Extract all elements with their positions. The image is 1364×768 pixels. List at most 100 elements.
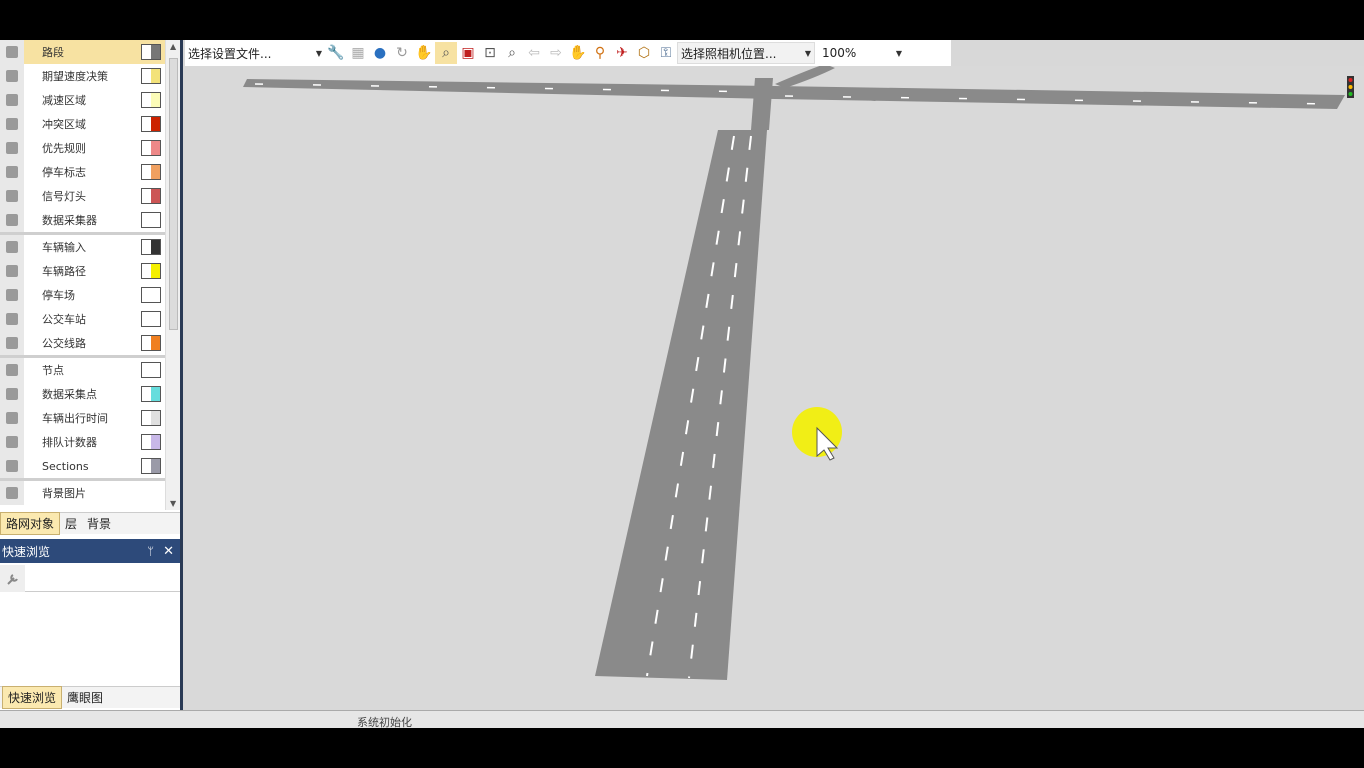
object-row-11[interactable]: 公交车站 — [0, 307, 165, 331]
quick-view-title: 快速浏览 — [2, 544, 51, 559]
config-file-select[interactable]: 选择设置文件... ▼ — [185, 42, 325, 64]
object-row-9[interactable]: 车辆路径 — [0, 259, 165, 283]
camera-position-select[interactable]: 选择照相机位置... ▼ — [677, 42, 815, 64]
tab-layers[interactable]: 层 — [60, 513, 82, 534]
data-collector-icon — [0, 208, 24, 232]
priority-rule-icon — [0, 136, 24, 160]
wrench-icon[interactable] — [0, 565, 25, 592]
color-swatch[interactable] — [141, 263, 161, 279]
object-row-6[interactable]: 信号灯头 — [0, 184, 165, 208]
chevron-down-icon: ▼ — [315, 48, 322, 58]
object-row-1[interactable]: 期望速度决策 — [0, 64, 165, 88]
tab-birds-eye-view[interactable]: 鹰眼图 — [62, 687, 108, 708]
hand-tool-icon[interactable]: ✋ — [567, 42, 589, 64]
color-swatch[interactable] — [141, 188, 161, 204]
object-row-16[interactable]: 排队计数器 — [0, 430, 165, 454]
color-swatch[interactable] — [141, 92, 161, 108]
speed-limit-icon — [0, 64, 24, 88]
zoom-select-icon[interactable]: ⌕ — [435, 42, 457, 64]
quick-view-header: 快速浏览 ᛘ ✕ — [0, 539, 180, 563]
object-row-12[interactable]: 公交线路 — [0, 331, 165, 355]
color-swatch[interactable] — [141, 458, 161, 474]
close-icon[interactable]: ✕ — [163, 544, 174, 559]
color-swatch[interactable] — [141, 212, 161, 228]
object-row-17[interactable]: Sections — [0, 454, 165, 478]
scroll-up-arrow-icon[interactable]: ▲ — [170, 42, 176, 51]
object-row-7[interactable]: 数据采集器 — [0, 208, 165, 232]
color-swatch[interactable] — [141, 434, 161, 450]
background-image-icon — [0, 481, 24, 505]
object-label: 路段 — [42, 46, 64, 59]
node-icon — [0, 358, 24, 382]
no-fly-icon[interactable]: ✈ — [611, 42, 633, 64]
zoom-icon[interactable]: ⌕ — [501, 42, 523, 64]
object-row-14[interactable]: 数据采集点 — [0, 382, 165, 406]
zoom-extent-icon[interactable]: ▣ — [457, 42, 479, 64]
3d-box-icon[interactable]: ⬡ — [633, 42, 655, 64]
tab-network-objects[interactable]: 路网对象 — [0, 512, 61, 535]
object-label: 车辆路径 — [42, 265, 86, 278]
network-canvas[interactable] — [185, 66, 1364, 710]
object-row-15[interactable]: 车辆出行时间 — [0, 406, 165, 430]
pan-hand-icon[interactable]: ✋ — [413, 42, 435, 64]
wrench-tool-icon[interactable]: 🔧 — [325, 42, 347, 64]
object-row-0[interactable]: 路段 — [0, 40, 165, 64]
object-label: 背景图片 — [42, 487, 86, 500]
object-row-10[interactable]: 停车场 — [0, 283, 165, 307]
queue-counter-icon — [0, 430, 24, 454]
color-swatch[interactable] — [141, 410, 161, 426]
object-row-4[interactable]: 优先规则 — [0, 136, 165, 160]
object-label: 车辆输入 — [42, 241, 86, 254]
object-row-3[interactable]: 冲突区域 — [0, 112, 165, 136]
camera-icon[interactable]: ⚿ — [655, 42, 677, 64]
pin-icon[interactable]: ᛘ — [147, 545, 154, 558]
back-arrow-icon[interactable]: ⇦ — [523, 42, 545, 64]
person-move-icon[interactable]: ⚲ — [589, 42, 611, 64]
grid-icon[interactable]: ▦ — [347, 42, 369, 64]
scroll-down-arrow-icon[interactable]: ▼ — [170, 499, 176, 508]
network-objects-panel: 路段期望速度决策 减速区域 冲突区域优先规则停车标志信号灯头数据采集器车辆输入车辆路… — [0, 40, 183, 710]
color-swatch[interactable] — [141, 116, 161, 132]
zoom-select[interactable]: 100% ▼ — [819, 42, 905, 64]
rotate-icon[interactable]: ↻ — [391, 42, 413, 64]
scrollbar-thumb[interactable] — [169, 58, 178, 330]
color-swatch[interactable] — [141, 311, 161, 327]
tab-background[interactable]: 背景 — [82, 513, 116, 534]
object-row-18[interactable]: 背景图片 — [0, 481, 165, 505]
object-label: 停车场 — [42, 289, 75, 302]
object-label: 信号灯头 — [42, 190, 86, 203]
zoom-window-icon[interactable]: ⊡ — [479, 42, 501, 64]
object-label: 公交线路 — [42, 337, 86, 350]
reduce-speed-icon — [0, 88, 24, 112]
object-label: 停车标志 — [42, 166, 86, 179]
object-label: 数据采集器 — [42, 214, 97, 227]
stop-sign-icon — [0, 160, 24, 184]
object-row-2[interactable]: 减速区域 — [0, 88, 165, 112]
forward-arrow-icon[interactable]: ⇨ — [545, 42, 567, 64]
object-label: 优先规则 — [42, 142, 86, 155]
bus-stop-icon — [0, 307, 24, 331]
color-swatch[interactable] — [141, 68, 161, 84]
network-view — [185, 66, 1364, 710]
tab-quick-view[interactable]: 快速浏览 — [2, 686, 63, 709]
globe-icon[interactable]: ● — [369, 42, 391, 64]
color-swatch[interactable] — [141, 362, 161, 378]
color-swatch[interactable] — [141, 44, 161, 60]
bus-line-icon — [0, 331, 24, 355]
vehicle-input-icon — [0, 235, 24, 259]
color-swatch[interactable] — [141, 335, 161, 351]
color-swatch[interactable] — [141, 239, 161, 255]
color-swatch[interactable] — [141, 287, 161, 303]
color-swatch[interactable] — [141, 386, 161, 402]
object-row-13[interactable]: 节点 — [0, 358, 165, 382]
object-row-8[interactable]: 车辆输入 — [0, 235, 165, 259]
color-swatch[interactable] — [141, 164, 161, 180]
object-row-5[interactable]: 停车标志 — [0, 160, 165, 184]
object-list-scrollbar[interactable]: ▲ ▼ — [165, 40, 180, 510]
parking-icon — [0, 283, 24, 307]
object-label: 公交车站 — [42, 313, 86, 326]
object-label: 节点 — [42, 364, 64, 377]
chevron-down-icon: ▼ — [804, 48, 811, 58]
color-swatch[interactable] — [141, 140, 161, 156]
left-panel-tabs: 路网对象 层 背景 — [0, 512, 180, 535]
